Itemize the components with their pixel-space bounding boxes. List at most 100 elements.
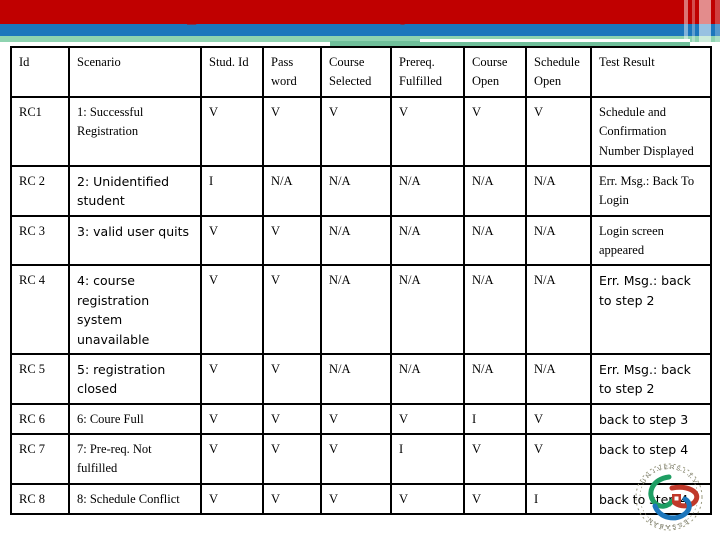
cell-password: V (262, 402, 322, 436)
svg-text:A: A (666, 523, 670, 529)
table-row: RC 4 4: course registration system unavai… (10, 264, 712, 355)
cell-scenario: 7: Pre-req. Not fulfilled (68, 433, 202, 485)
cell-prereq-fulfilled: V (390, 482, 465, 516)
cell-schedule-open: I (525, 482, 592, 516)
cell-stud-id: V (200, 352, 264, 405)
cell-course-open: V (463, 433, 527, 485)
cell-test-result: Login screen appeared (590, 214, 712, 267)
svg-text:S: S (677, 520, 683, 527)
column-header-stud-id: Stud. Id (200, 46, 264, 98)
cell-id: RC 4 (10, 264, 70, 355)
cell-schedule-open: V (525, 402, 592, 436)
column-header-course-selected: Course Selected (320, 46, 392, 98)
cell-password: V (262, 214, 322, 267)
cell-prereq-fulfilled: V (390, 95, 465, 167)
cell-stud-id: V (200, 95, 264, 167)
cell-course-open: V (463, 482, 527, 516)
column-header-prereq-fulfilled: Prereq. Fulfilled (390, 46, 465, 98)
cell-scenario: 6: Coure Full (68, 402, 202, 436)
cell-scenario: 1: Successful Registration (68, 95, 202, 167)
cell-prereq-fulfilled: N/A (390, 352, 465, 405)
column-header-course-open: Course Open (463, 46, 527, 98)
cell-id: RC 6 (10, 402, 70, 436)
table-header-row: Id Scenario Stud. Id Pass word Course Se… (10, 46, 712, 98)
cell-test-result: Err. Msg.: Back To Login (590, 164, 712, 217)
cell-id: RC1 (10, 95, 70, 167)
cell-prereq-fulfilled: N/A (390, 264, 465, 355)
table-row: RC 5 5: registration closed V V N/A N/A N/A N/A… (10, 352, 712, 405)
column-header-scenario: Scenario (68, 46, 202, 98)
cell-test-result: Err. Msg.: back to step 2 (590, 352, 712, 405)
banner-white-swash (420, 39, 690, 42)
cell-test-result: back to step 3 (590, 402, 712, 436)
svg-text:N: N (648, 516, 655, 523)
cell-course-selected: N/A (320, 164, 392, 217)
svg-text:B: B (659, 522, 664, 529)
cell-schedule-open: N/A (525, 264, 592, 355)
cell-scenario: 4: course registration system unavailabl… (68, 264, 202, 355)
cell-course-selected: N/A (320, 352, 392, 405)
cell-password: N/A (262, 164, 322, 217)
cell-schedule-open: V (525, 95, 592, 167)
cell-prereq-fulfilled: V (390, 402, 465, 436)
cell-prereq-fulfilled: I (390, 433, 465, 485)
cell-stud-id: V (200, 214, 264, 267)
cell-password: V (262, 95, 322, 167)
cell-stud-id: I (200, 164, 264, 217)
cell-scenario: 3: valid user quits (68, 214, 202, 267)
cell-scenario: 8: Schedule Conflict (68, 482, 202, 516)
table-row: RC 7 7: Pre-req. Not fulfilled V V V I V Vback … (10, 433, 712, 485)
table-row: RC 8 8: Schedule Conflict V V V V V Iback to st… (10, 482, 712, 516)
column-header-test-result: Test Result (590, 46, 712, 98)
table-row: RC 2 2: Unidentified student I N/A N/A N/A N/A… (10, 164, 712, 217)
cell-test-result: back to step 4 (590, 433, 712, 485)
page-title: Step Two: Identify Test Cases (139, 0, 581, 25)
cell-course-selected: V (320, 482, 392, 516)
cell-password: V (262, 482, 322, 516)
cell-id: RC 2 (10, 164, 70, 217)
cell-stud-id: V (200, 433, 264, 485)
cell-password: V (262, 264, 322, 355)
cell-schedule-open: V (525, 433, 592, 485)
column-header-schedule-open: Schedule Open (525, 46, 592, 98)
cell-prereq-fulfilled: N/A (390, 164, 465, 217)
cell-password: V (262, 433, 322, 485)
svg-text:S: S (672, 522, 677, 529)
cell-course-open: N/A (463, 164, 527, 217)
test-case-table: Id Scenario Stud. Id Pass word Course Se… (10, 46, 712, 516)
cell-course-open: N/A (463, 352, 527, 405)
column-header-id: Id (10, 46, 70, 98)
cell-id: RC 3 (10, 214, 70, 267)
table-row: RC 3 3: valid user quits V V N/A N/A N/A N/A Log… (10, 214, 712, 267)
cell-course-open: N/A (463, 214, 527, 267)
cell-stud-id: V (200, 402, 264, 436)
cell-course-selected: V (320, 402, 392, 436)
cell-course-open: N/A (463, 264, 527, 355)
cell-stud-id: V (200, 482, 264, 516)
cell-stud-id: V (200, 264, 264, 355)
cell-course-open: I (463, 402, 527, 436)
svg-text:A: A (653, 519, 659, 526)
cell-schedule-open: N/A (525, 352, 592, 405)
cell-test-result: Schedule and Confirmation Number Display… (590, 95, 712, 167)
cell-password: V (262, 352, 322, 405)
table-row: RC 6 6: Coure Full V V V V I Vback to step 3 (10, 402, 712, 436)
cell-scenario: 2: Unidentified student (68, 164, 202, 217)
cell-course-selected: V (320, 433, 392, 485)
cell-course-selected: V (320, 95, 392, 167)
cell-id: RC 8 (10, 482, 70, 516)
svg-text:E: E (682, 517, 689, 524)
column-header-password: Pass word (262, 46, 322, 98)
cell-schedule-open: N/A (525, 214, 592, 267)
cell-course-open: V (463, 95, 527, 167)
table-row: RC1 1: Successful Registration V V V V V V Sched… (10, 95, 712, 167)
cell-id: RC 7 (10, 433, 70, 485)
cell-course-selected: N/A (320, 214, 392, 267)
cell-course-selected: N/A (320, 264, 392, 355)
cell-test-result: Err. Msg.: back to step 2 (590, 264, 712, 355)
cell-test-result: back to step 4 (590, 482, 712, 516)
cell-scenario: 5: registration closed (68, 352, 202, 405)
cell-id: RC 5 (10, 352, 70, 405)
cell-prereq-fulfilled: N/A (390, 214, 465, 267)
cell-schedule-open: N/A (525, 164, 592, 217)
